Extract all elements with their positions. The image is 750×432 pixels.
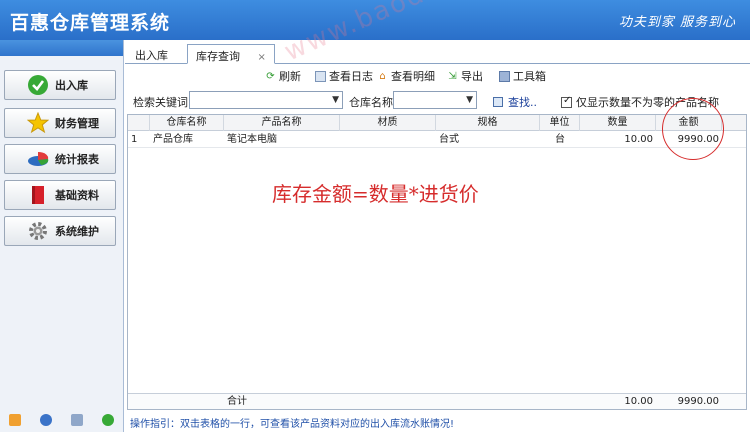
log-icon bbox=[315, 70, 326, 82]
app-title: 百惠仓库管理系统 bbox=[10, 12, 171, 34]
home-icon: ⌂ bbox=[379, 70, 386, 82]
toolbox-label: 工具箱 bbox=[513, 70, 546, 83]
view-log-label: 查看日志 bbox=[329, 70, 373, 83]
slogan: 功夫到家 服务到心 bbox=[618, 15, 736, 30]
find-button[interactable]: 查找.. bbox=[493, 94, 537, 110]
header-product[interactable]: 产品名称 bbox=[224, 115, 340, 131]
header-unit[interactable]: 单位 bbox=[540, 115, 580, 131]
sidebar-footer bbox=[0, 408, 123, 432]
view-log-button[interactable]: 查看日志 bbox=[315, 68, 373, 84]
view-detail-button[interactable]: ⌂ 查看明细 bbox=[377, 68, 435, 84]
sidebar-item-label: 统计报表 bbox=[55, 153, 99, 166]
table-header: 仓库名称 产品名称 材质 规格 单位 数量 金额 bbox=[128, 115, 746, 131]
sidebar-item-basic-data[interactable]: 基础资料 bbox=[4, 180, 116, 210]
filter-bar: 检索关键词 ▼ 仓库名称 ▼ 查找.. 仅显示数量不为零的产品名称 bbox=[125, 90, 750, 112]
find-icon bbox=[493, 97, 503, 107]
refresh-button[interactable]: ⟳ 刷新 bbox=[265, 68, 301, 84]
find-label: 查找.. bbox=[508, 96, 537, 109]
keyword-combo[interactable]: ▼ bbox=[189, 91, 343, 109]
toolbox-button[interactable]: 工具箱 bbox=[499, 68, 546, 84]
sidebar-item-system[interactable]: 系统维护 bbox=[4, 216, 116, 246]
info-icon[interactable] bbox=[40, 414, 53, 426]
sidebar-item-label: 出入库 bbox=[55, 79, 88, 92]
table-row[interactable]: 1 产品仓库 笔记本电脑 台式 台 10.00 9990.00 bbox=[128, 132, 746, 148]
header-qty[interactable]: 数量 bbox=[580, 115, 656, 131]
toolbox-icon bbox=[499, 70, 510, 82]
table-footer: 合计 10.00 9990.00 bbox=[128, 393, 746, 409]
header-rownum bbox=[128, 115, 150, 131]
refresh-label: 刷新 bbox=[279, 70, 301, 83]
sidebar-item-finance[interactable]: 财务管理 bbox=[4, 108, 116, 138]
close-icon[interactable]: × bbox=[258, 52, 266, 63]
header-material[interactable]: 材质 bbox=[340, 115, 436, 131]
sidebar-item-label: 财务管理 bbox=[55, 117, 99, 130]
sidebar-item-stock-io[interactable]: 出入库 bbox=[4, 70, 116, 100]
cell-material bbox=[340, 132, 436, 148]
sidebar-item-label: 系统维护 bbox=[55, 225, 99, 238]
cell-unit: 台 bbox=[555, 134, 565, 145]
header-warehouse[interactable]: 仓库名称 bbox=[150, 115, 224, 131]
annotation-circle bbox=[662, 98, 724, 160]
tab-strip: 出入库 库存查询 × bbox=[125, 44, 750, 64]
warehouse-label: 仓库名称 bbox=[349, 96, 393, 109]
gear-icon bbox=[27, 220, 49, 242]
cell-warehouse: 产品仓库 bbox=[153, 134, 193, 145]
tab-label: 库存查询 bbox=[196, 50, 240, 63]
book-icon bbox=[27, 184, 49, 206]
star-icon bbox=[27, 112, 49, 134]
pie-chart-icon bbox=[27, 148, 49, 170]
view-detail-label: 查看明细 bbox=[391, 70, 435, 83]
cell-product: 笔记本电脑 bbox=[227, 134, 277, 145]
sidebar-header bbox=[0, 40, 123, 56]
export-icon: ⇲ bbox=[448, 70, 457, 82]
edit-icon[interactable] bbox=[9, 414, 22, 426]
export-button[interactable]: ⇲ 导出 bbox=[447, 68, 483, 84]
exit-icon[interactable] bbox=[101, 414, 114, 426]
footer-qty: 10.00 bbox=[624, 396, 653, 407]
cell-spec: 台式 bbox=[439, 134, 459, 145]
export-label: 导出 bbox=[461, 70, 483, 83]
sidebar-item-reports[interactable]: 统计报表 bbox=[4, 144, 116, 174]
chevron-down-icon: ▼ bbox=[332, 95, 339, 105]
annotation-text: 库存金额=数量*进货价 bbox=[272, 182, 479, 206]
cell-qty: 10.00 bbox=[624, 134, 653, 145]
tab-label: 出入库 bbox=[135, 49, 168, 62]
status-bar: 操作指引：双击表格的一行，可查看该产品资料对应的出入库流水账情况! bbox=[125, 412, 750, 432]
footer-total-label: 合计 bbox=[227, 396, 247, 407]
keyword-label: 检索关键词 bbox=[133, 96, 188, 109]
search-icon[interactable] bbox=[70, 414, 83, 426]
toolbar: ⟳ 刷新 查看日志 ⌂ 查看明细 ⇲ 导出 工具箱 bbox=[125, 66, 750, 86]
row-number: 1 bbox=[131, 134, 138, 145]
sidebar-item-label: 基础资料 bbox=[55, 189, 99, 202]
tab-inventory-query[interactable]: 库存查询 × bbox=[187, 44, 275, 64]
chevron-down-icon: ▼ bbox=[466, 95, 473, 105]
header-spec[interactable]: 规格 bbox=[436, 115, 540, 131]
warehouse-combo[interactable]: ▼ bbox=[393, 91, 477, 109]
checkbox-checked-icon bbox=[561, 95, 572, 108]
sidebar: 出入库 财务管理 统计报表 基础资料 系统维护 bbox=[0, 40, 124, 432]
tab-stock-io[interactable]: 出入库 bbox=[127, 44, 176, 64]
inventory-table[interactable]: 仓库名称 产品名称 材质 规格 单位 数量 金额 1 产品仓库 笔记本电脑 台式… bbox=[127, 114, 747, 410]
refresh-icon: ⟳ bbox=[266, 70, 275, 82]
footer-amount: 9990.00 bbox=[677, 396, 719, 407]
check-circle-icon bbox=[27, 74, 49, 96]
main-panel: 出入库 库存查询 × ⟳ 刷新 查看日志 ⌂ 查看明细 ⇲ 导出 工具箱 检索关… bbox=[125, 40, 750, 432]
